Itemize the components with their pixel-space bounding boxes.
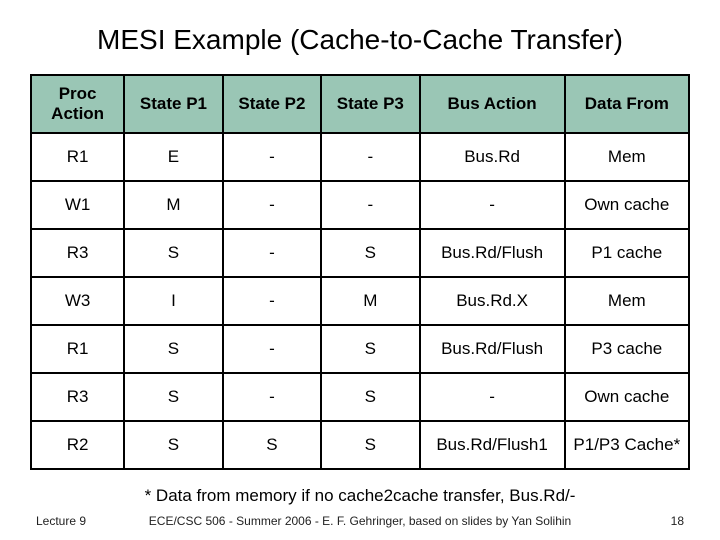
- col-state-p1: State P1: [124, 75, 222, 133]
- table-row: W1 M - - - Own cache: [31, 181, 689, 229]
- cell-p3: S: [321, 229, 419, 277]
- cell-proc: R3: [31, 373, 124, 421]
- cell-p1: I: [124, 277, 222, 325]
- cell-p2: -: [223, 133, 321, 181]
- slide: MESI Example (Cache-to-Cache Transfer) P…: [0, 0, 720, 540]
- cell-bus: Bus.Rd/Flush: [420, 325, 565, 373]
- cell-from: Mem: [565, 277, 689, 325]
- cell-proc: W3: [31, 277, 124, 325]
- col-data-from: Data From: [565, 75, 689, 133]
- cell-proc: R1: [31, 133, 124, 181]
- slide-title: MESI Example (Cache-to-Cache Transfer): [28, 24, 692, 56]
- table-row: R3 S - S - Own cache: [31, 373, 689, 421]
- cell-bus: Bus.Rd/Flush: [420, 229, 565, 277]
- col-proc-action: Proc Action: [31, 75, 124, 133]
- cell-proc: R3: [31, 229, 124, 277]
- cell-p1: S: [124, 325, 222, 373]
- table-row: R1 S - S Bus.Rd/Flush P3 cache: [31, 325, 689, 373]
- cell-from: Own cache: [565, 373, 689, 421]
- col-state-p3: State P3: [321, 75, 419, 133]
- cell-p1: S: [124, 421, 222, 469]
- cell-proc: W1: [31, 181, 124, 229]
- table-row: W3 I - M Bus.Rd.X Mem: [31, 277, 689, 325]
- cell-bus: Bus.Rd/Flush1: [420, 421, 565, 469]
- cell-p3: S: [321, 373, 419, 421]
- cell-from: P1 cache: [565, 229, 689, 277]
- cell-proc: R2: [31, 421, 124, 469]
- cell-p3: -: [321, 181, 419, 229]
- cell-p3: S: [321, 325, 419, 373]
- footnote: * Data from memory if no cache2cache tra…: [28, 486, 692, 506]
- cell-proc: R1: [31, 325, 124, 373]
- cell-p1: S: [124, 229, 222, 277]
- table-header-row: Proc Action State P1 State P2 State P3 B…: [31, 75, 689, 133]
- cell-from: Mem: [565, 133, 689, 181]
- mesi-table: Proc Action State P1 State P2 State P3 B…: [30, 74, 690, 470]
- table-row: R2 S S S Bus.Rd/Flush1 P1/P3 Cache*: [31, 421, 689, 469]
- cell-from: Own cache: [565, 181, 689, 229]
- cell-p2: S: [223, 421, 321, 469]
- cell-p3: -: [321, 133, 419, 181]
- cell-p3: M: [321, 277, 419, 325]
- cell-p1: E: [124, 133, 222, 181]
- cell-p3: S: [321, 421, 419, 469]
- col-state-p2: State P2: [223, 75, 321, 133]
- cell-p2: -: [223, 229, 321, 277]
- cell-p2: -: [223, 277, 321, 325]
- table-row: R3 S - S Bus.Rd/Flush P1 cache: [31, 229, 689, 277]
- cell-bus: Bus.Rd: [420, 133, 565, 181]
- cell-p1: M: [124, 181, 222, 229]
- col-bus-action: Bus Action: [420, 75, 565, 133]
- page-number: 18: [671, 514, 684, 528]
- cell-p1: S: [124, 373, 222, 421]
- cell-bus: Bus.Rd.X: [420, 277, 565, 325]
- cell-p2: -: [223, 181, 321, 229]
- credit-line: ECE/CSC 506 - Summer 2006 - E. F. Gehrin…: [0, 514, 720, 528]
- cell-p2: -: [223, 373, 321, 421]
- cell-bus: -: [420, 181, 565, 229]
- cell-from: P3 cache: [565, 325, 689, 373]
- table-row: R1 E - - Bus.Rd Mem: [31, 133, 689, 181]
- cell-p2: -: [223, 325, 321, 373]
- cell-from: P1/P3 Cache*: [565, 421, 689, 469]
- cell-bus: -: [420, 373, 565, 421]
